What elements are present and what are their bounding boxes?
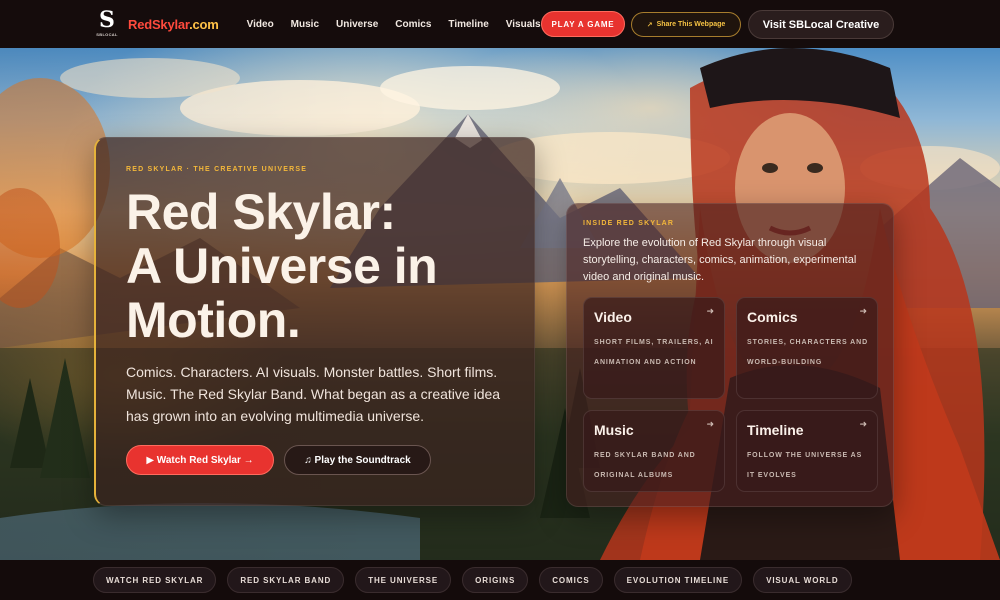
nav-link-universe[interactable]: Universe [336, 19, 378, 30]
visit-sblocal-button[interactable]: Visit SBLocal Creative [748, 10, 894, 39]
chip-watch-red-skylar[interactable]: WATCH RED SKYLAR [93, 567, 217, 593]
hero-card: RED SKYLAR · THE CREATIVE UNIVERSE Red S… [94, 137, 535, 506]
share-webpage-button[interactable]: ↗ Share This Webpage [631, 12, 741, 37]
arrow-up-right-icon: ➜ [859, 306, 867, 316]
chip-visual-world[interactable]: VISUAL WORLD [753, 567, 852, 593]
tile-description: FOLLOW THE UNIVERSE AS IT EVOLVES [747, 452, 863, 479]
tile-description: STORIES, CHARACTERS AND WORLD-BUILDING [747, 339, 869, 366]
site-logo[interactable]: S SBLOCAL RedSkylar.com [96, 9, 219, 39]
nav-link-comics[interactable]: Comics [395, 19, 431, 30]
hero-title-line-2: A Universe in [126, 238, 438, 294]
section-tiles: Video ➜ SHORT FILMS, TRAILERS, AI ANIMAT… [583, 297, 878, 492]
tile-description: RED SKYLAR BAND AND ORIGINAL ALBUMS [594, 452, 696, 479]
hero-cta-row: ▶ Watch Red Skylar → ♫ Play the Soundtra… [126, 445, 534, 475]
quick-links-bar: WATCH RED SKYLAR RED SKYLAR BAND THE UNI… [0, 560, 1000, 600]
tile-comics[interactable]: Comics ➜ STORIES, CHARACTERS AND WORLD-B… [736, 297, 878, 399]
tile-music[interactable]: Music ➜ RED SKYLAR BAND AND ORIGINAL ALB… [583, 410, 725, 492]
top-navigation: S SBLOCAL RedSkylar.com Video Music Univ… [0, 0, 1000, 48]
nav-link-music[interactable]: Music [291, 19, 319, 30]
tile-title: Music [594, 422, 634, 438]
tile-video[interactable]: Video ➜ SHORT FILMS, TRAILERS, AI ANIMAT… [583, 297, 725, 399]
nav-link-timeline[interactable]: Timeline [448, 19, 488, 30]
chip-evolution-timeline[interactable]: EVOLUTION TIMELINE [613, 567, 743, 593]
chip-origins[interactable]: ORIGINS [462, 567, 529, 593]
tile-title: Comics [747, 309, 798, 325]
tile-title: Timeline [747, 422, 804, 438]
hero-title: Red Skylar: A Universe in Motion. [126, 185, 534, 347]
chip-comics[interactable]: COMICS [539, 567, 603, 593]
arrow-up-right-icon: ➜ [859, 419, 867, 429]
hero-title-line-1: Red Skylar: [126, 184, 396, 240]
play-a-game-button[interactable]: PLAY A GAME [541, 11, 625, 37]
brand-name: RedSkylar.com [128, 17, 219, 32]
inside-description: Explore the evolution of Red Skylar thro… [583, 237, 857, 283]
logo-sub: SBLOCAL [96, 32, 118, 37]
hero-description: Comics. Characters. AI visuals. Monster … [126, 364, 501, 424]
brand-name-red: RedSkylar [128, 16, 190, 32]
chip-red-skylar-band[interactable]: RED SKYLAR BAND [227, 567, 345, 593]
nav-links: Video Music Universe Comics Timeline Vis… [247, 19, 558, 30]
tile-timeline[interactable]: Timeline ➜ FOLLOW THE UNIVERSE AS IT EVO… [736, 410, 878, 492]
sblocal-logo-icon: S SBLOCAL [96, 9, 118, 39]
hero-eyebrow: RED SKYLAR · THE CREATIVE UNIVERSE [126, 166, 308, 173]
logo-letter: S [99, 7, 115, 33]
tile-description: SHORT FILMS, TRAILERS, AI ANIMATION AND … [594, 339, 714, 366]
brand-name-gold: .com [189, 16, 219, 32]
nav-link-visuals[interactable]: Visuals [506, 19, 541, 30]
share-label: Share This Webpage [656, 21, 726, 28]
inside-red-skylar-card: INSIDE RED SKYLAR Explore the evolution … [566, 203, 894, 507]
nav-link-video[interactable]: Video [247, 19, 274, 30]
watch-red-skylar-button[interactable]: ▶ Watch Red Skylar → [126, 445, 274, 475]
chip-the-universe[interactable]: THE UNIVERSE [355, 567, 452, 593]
arrow-up-right-icon: ➜ [706, 419, 714, 429]
arrow-up-right-icon: ➜ [706, 306, 714, 316]
tile-title: Video [594, 309, 632, 325]
play-soundtrack-button[interactable]: ♫ Play the Soundtrack [284, 445, 431, 475]
share-arrow-icon: ↗ [646, 21, 653, 29]
hero-title-line-3: Motion. [126, 292, 301, 348]
inside-eyebrow: INSIDE RED SKYLAR [583, 220, 675, 227]
